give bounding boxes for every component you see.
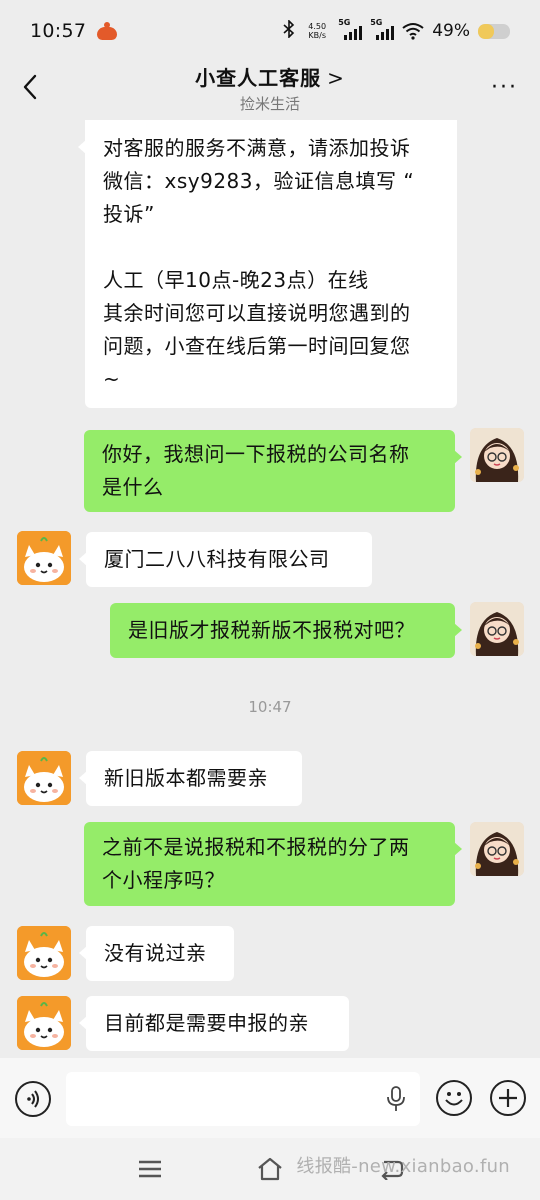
bot-avatar[interactable]: [17, 926, 71, 980]
message-bubble-bot[interactable]: 没有说过亲: [79, 926, 234, 981]
message-bubble-bot[interactable]: 对客服的服务不满意，请添加投诉 微信：xsy9283，验证信息填写 “ 投诉” …: [78, 120, 457, 408]
signal-icon-sim1: 5G: [338, 18, 363, 40]
emoji-icon[interactable]: [436, 1080, 472, 1116]
message-line: 对客服的服务不满意，请添加投诉: [103, 136, 411, 160]
message-line: 新旧版本都需要亲: [104, 766, 268, 790]
message-line: 目前都是需要申报的亲: [104, 1011, 309, 1035]
chat-title-arrow: >: [327, 66, 345, 90]
wifi-icon: [402, 23, 424, 40]
user-avatar[interactable]: [470, 822, 524, 876]
system-nav-bar: 线报酷-new.xianbao.fun: [0, 1138, 540, 1200]
home-icon[interactable]: [257, 1157, 283, 1181]
sim2-label: 5G: [370, 18, 383, 27]
message-bubble-bot[interactable]: 目前都是需要申报的亲: [79, 996, 349, 1051]
status-indicators: 4.50 KB/s 5G 5G 49%: [282, 18, 510, 43]
message-line: 其余时间您可以直接说明您遇到的: [103, 301, 411, 325]
chat-timestamp: 10:47: [248, 698, 292, 716]
chat-title[interactable]: 小查人工客服 >: [0, 62, 540, 91]
bot-avatar[interactable]: [17, 996, 71, 1050]
message-line: 是旧版才报税新版不报税对吧？: [128, 618, 415, 642]
chat-header: 小查人工客服 > 捡米生活 ···: [0, 62, 540, 120]
message-bubble-user[interactable]: 之前不是说报税和不报税的分了两 个小程序吗？: [84, 822, 462, 906]
status-time: 10:57: [30, 20, 87, 42]
sim1-label: 5G: [338, 18, 351, 27]
menu-icon[interactable]: [138, 1159, 162, 1179]
message-bubble-user[interactable]: 是旧版才报税新版不报税对吧？: [110, 603, 462, 658]
battery-percent: 49%: [432, 21, 470, 41]
microphone-icon[interactable]: [386, 1086, 406, 1112]
message-line: 投诉”: [103, 202, 155, 226]
signal-icon-sim2: 5G: [370, 18, 395, 40]
chat-title-text: 小查人工客服: [195, 66, 322, 90]
more-dots-icon[interactable]: ···: [491, 77, 518, 99]
message-line: 问题，小查在线后第一时间回复您: [103, 334, 411, 358]
chat-subtitle: 捡米生活: [239, 95, 300, 113]
message-bubble-bot[interactable]: 新旧版本都需要亲: [79, 751, 302, 806]
message-line: 没有说过亲: [104, 941, 207, 965]
message-line: 人工（早10点-晚23点）在线: [103, 268, 369, 292]
message-line: ~: [103, 367, 121, 391]
message-line: 你好，我想问一下报税的公司名称: [102, 442, 410, 466]
app-notification-icon: [96, 22, 118, 40]
network-speed: 4.50 KB/s: [304, 22, 330, 40]
bot-avatar[interactable]: [17, 531, 71, 585]
plus-icon[interactable]: [490, 1080, 526, 1116]
message-input-bar: [0, 1058, 540, 1138]
message-input[interactable]: [66, 1072, 420, 1126]
message-line: 微信：xsy9283，验证信息填写 “: [103, 169, 415, 193]
message-bubble-user[interactable]: 你好，我想问一下报税的公司名称 是什么: [84, 430, 462, 512]
message-bubble-bot[interactable]: 厦门二八八科技有限公司: [79, 532, 372, 587]
status-bar: 10:57 4.50 KB/s 5G 5G 49%: [0, 0, 540, 62]
bluetooth-icon: [282, 18, 296, 43]
bot-avatar[interactable]: [17, 751, 71, 805]
message-line: 个小程序吗？: [102, 868, 225, 892]
network-speed-value: 4.50: [308, 22, 327, 31]
battery-icon: [478, 23, 510, 39]
message-line: [103, 231, 439, 264]
network-speed-unit: KB/s: [308, 31, 326, 40]
voice-icon[interactable]: [15, 1081, 51, 1117]
message-line: 厦门二八八科技有限公司: [104, 547, 330, 571]
watermark-text: 线报酷-new.xianbao.fun: [296, 1156, 510, 1177]
chat-messages[interactable]: 对客服的服务不满意，请添加投诉 微信：xsy9283，验证信息填写 “ 投诉” …: [0, 120, 540, 1051]
message-line: 是什么: [102, 475, 164, 499]
message-line: 之前不是说报税和不报税的分了两: [102, 835, 410, 859]
user-avatar[interactable]: [470, 602, 524, 656]
user-avatar[interactable]: [470, 428, 524, 482]
